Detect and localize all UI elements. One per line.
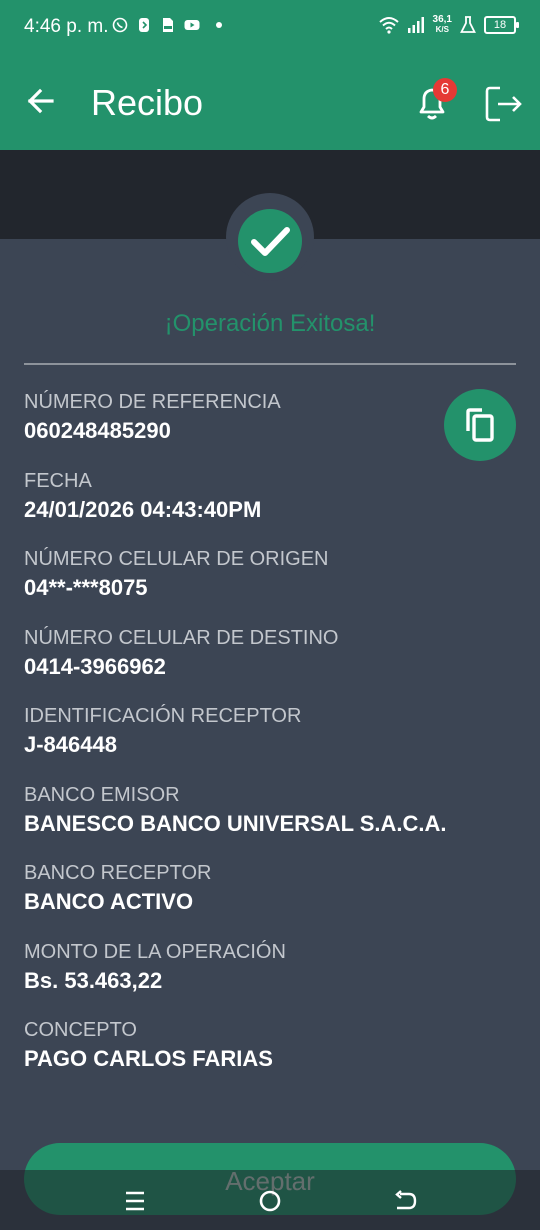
field-value: Bs. 53.463,22	[24, 967, 163, 993]
app-bar: Recibo 6	[0, 56, 540, 150]
status-time: 4:46 p. m.	[24, 16, 109, 37]
battery-indicator: 18	[484, 16, 519, 34]
whatsapp-icon	[112, 17, 128, 33]
field-reference: NÚMERO DE REFERENCIA 060248485290	[24, 390, 444, 469]
divider	[24, 363, 516, 365]
app-icon	[139, 18, 149, 32]
wifi-icon	[378, 17, 399, 34]
checkmark-icon	[251, 227, 290, 256]
field-value: 24/01/2026 04:43:40PM	[24, 496, 262, 522]
field-value: BANESCO BANCO UNIVERSAL S.A.C.A.	[24, 810, 447, 836]
back-arrow-icon[interactable]	[24, 84, 58, 118]
success-message: ¡Operación Exitosa!	[164, 310, 376, 337]
recent-apps-icon[interactable]	[122, 1188, 148, 1214]
field-concept: CONCEPTO PAGO CARLOS FARIAS	[24, 1018, 444, 1097]
status-bar: 4:46 p. m. 36,1 K/S 18	[0, 0, 540, 56]
logout-icon[interactable]	[484, 84, 524, 124]
field-label: BANCO RECEPTOR	[24, 862, 212, 884]
field-value: PAGO CARLOS FARIAS	[24, 1046, 273, 1071]
back-nav-icon[interactable]	[392, 1188, 418, 1214]
field-label: IDENTIFICACIÓN RECEPTOR	[24, 705, 302, 727]
field-value: J-846448	[24, 732, 117, 757]
field-issuing-bank: BANCO EMISOR BANESCO BANCO UNIVERSAL S.A…	[24, 783, 447, 862]
field-receiver-id: IDENTIFICACIÓN RECEPTOR J-846448	[24, 704, 444, 783]
field-origin-phone: NÚMERO CELULAR DE ORIGEN 04**-***8075	[24, 547, 444, 626]
field-label: NÚMERO CELULAR DE ORIGEN	[24, 548, 329, 570]
success-badge	[238, 209, 302, 273]
field-receiving-bank: BANCO RECEPTOR BANCO ACTIVO	[24, 861, 444, 940]
pdf-icon	[163, 18, 173, 32]
notification-badge: 6	[433, 78, 457, 102]
signal-icon	[407, 17, 424, 33]
dot-icon	[216, 22, 222, 28]
field-amount: MONTO DE LA OPERACIÓN Bs. 53.463,22	[24, 940, 444, 1019]
status-right: 36,1 K/S 18	[378, 15, 519, 35]
field-value: 04**-***8075	[24, 575, 148, 600]
receipt-fields: NÚMERO DE REFERENCIA 060248485290 FECHA …	[24, 390, 447, 1097]
field-label: BANCO EMISOR	[24, 783, 180, 806]
field-label: FECHA	[24, 469, 92, 492]
field-value: 0414-3966962	[24, 653, 166, 679]
field-destination-phone: NÚMERO CELULAR DE DESTINO 0414-3966962	[24, 626, 444, 705]
net-speed-unit: K/S	[435, 25, 449, 34]
copy-reference-button[interactable]	[444, 389, 516, 461]
home-icon[interactable]	[257, 1188, 283, 1214]
net-speed: 36,1 K/S	[433, 15, 452, 35]
field-date: FECHA 24/01/2026 04:43:40PM	[24, 469, 444, 548]
field-label: NÚMERO DE REFERENCIA	[24, 391, 281, 413]
copy-icon	[466, 408, 494, 442]
field-label: NÚMERO CELULAR DE DESTINO	[24, 626, 339, 649]
system-nav-bar	[0, 1170, 540, 1230]
net-speed-value: 36,1	[432, 14, 452, 25]
field-label: MONTO DE LA OPERACIÓN	[24, 940, 286, 963]
page-title: Recibo	[91, 82, 204, 123]
flask-icon	[460, 16, 476, 33]
field-value: BANCO ACTIVO	[24, 889, 194, 914]
field-value: 060248485290	[24, 418, 171, 443]
youtube-icon	[184, 20, 200, 30]
notification-icons	[112, 17, 222, 33]
field-label: CONCEPTO	[24, 1019, 137, 1041]
